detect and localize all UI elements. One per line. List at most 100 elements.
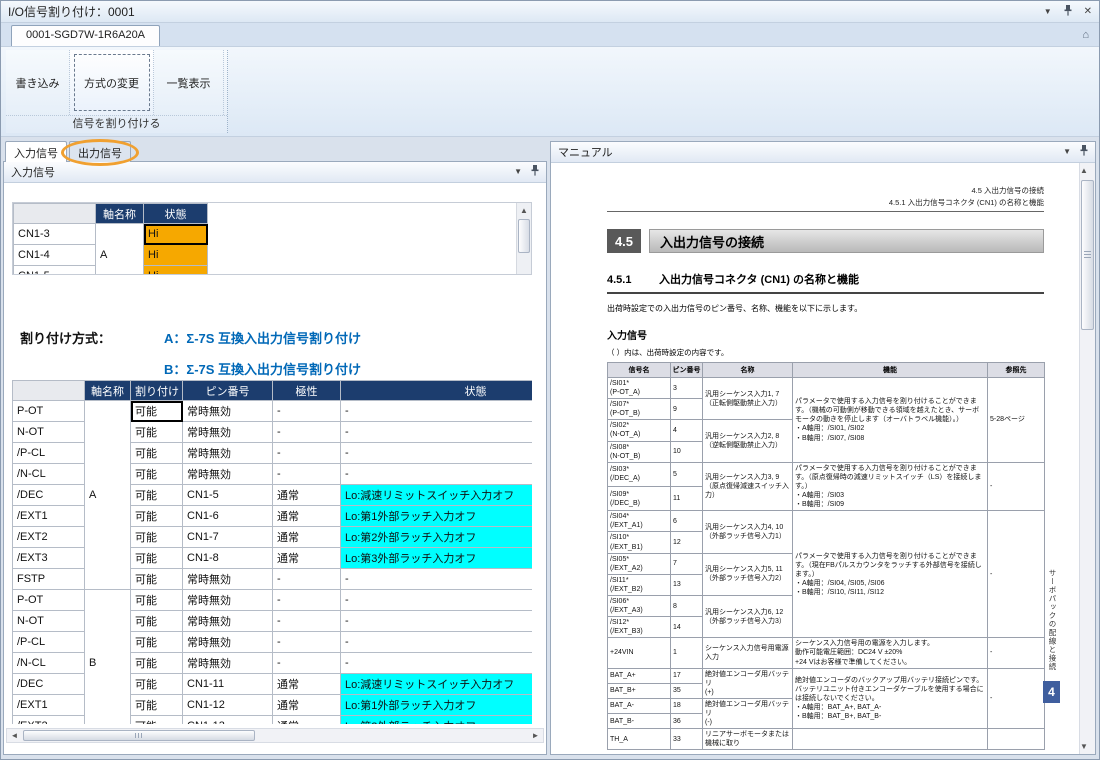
grid-cell[interactable]: /EXT1 [13, 506, 85, 527]
grid-cell[interactable]: - [273, 611, 341, 632]
window-titlebar[interactable]: I/O信号割り付け：0001 ▼ ✕ [1, 1, 1099, 23]
grid-cell[interactable]: /DEC [13, 485, 85, 506]
grid-cell[interactable]: /N-CL [13, 464, 85, 485]
grid-cell[interactable]: P-OT [13, 590, 85, 611]
grid-cell[interactable]: CN1-7 [183, 527, 273, 548]
grid-cell[interactable]: Lo:減速リミットスイッチ入力オフ [341, 674, 533, 695]
scroll-down-icon[interactable]: ▼ [1080, 739, 1095, 754]
grid-cell[interactable]: 常時無効 [183, 401, 273, 422]
grid-cell[interactable]: Hi [144, 266, 208, 276]
grid-cell[interactable]: 可能 [131, 464, 183, 485]
grid-cell[interactable]: - [273, 464, 341, 485]
grid-cell[interactable]: - [341, 422, 533, 443]
grid-cell[interactable]: - [273, 422, 341, 443]
grid-cell[interactable]: Hi [144, 224, 208, 245]
chapter-side-tab-label[interactable]: サーボパックの配線と接続 [1047, 569, 1058, 671]
grid-cell[interactable]: 通常 [273, 674, 341, 695]
grid-cell[interactable]: CN1-4 [14, 245, 96, 266]
grid-cell[interactable]: Lo:第2外部ラッチ入力オフ [341, 716, 533, 725]
grid-cell[interactable]: 可能 [131, 527, 183, 548]
grid-cell[interactable]: 通常 [273, 548, 341, 569]
scroll-right-icon[interactable]: ► [528, 731, 543, 740]
grid-cell[interactable]: N-OT [13, 422, 85, 443]
layout-icon[interactable]: ⌂ [1082, 30, 1089, 41]
grid-cell[interactable]: P-OT [13, 401, 85, 422]
grid-cell[interactable]: 常時無効 [183, 464, 273, 485]
scrollbar-thumb[interactable] [518, 219, 530, 253]
grid-cell[interactable]: 可能 [131, 422, 183, 443]
grid-cell[interactable]: A [85, 401, 131, 590]
grid-cell[interactable]: N-OT [13, 611, 85, 632]
grid-cell[interactable]: 可能 [131, 590, 183, 611]
grid-cell[interactable]: Hi [144, 245, 208, 266]
grid-cell[interactable]: 可能 [131, 548, 183, 569]
grid-cell[interactable]: A [96, 224, 144, 276]
grid-cell[interactable]: 常時無効 [183, 569, 273, 590]
grid-cell[interactable]: - [273, 443, 341, 464]
grid-cell[interactable]: /EXT1 [13, 695, 85, 716]
grid-cell[interactable]: - [341, 653, 533, 674]
grid-cell[interactable]: 通常 [273, 716, 341, 725]
manual-dropdown-icon[interactable]: ▼ [1063, 148, 1071, 156]
grid-cell[interactable]: - [273, 569, 341, 590]
grid-cell[interactable]: - [341, 590, 533, 611]
grid-cell[interactable]: 常時無効 [183, 590, 273, 611]
grid-cell[interactable]: 常時無効 [183, 653, 273, 674]
assignment-table-hscrollbar[interactable]: ◄ ► [6, 728, 544, 743]
window-dropdown-icon[interactable]: ▼ [1044, 8, 1052, 16]
grid-cell[interactable]: 常時無効 [183, 422, 273, 443]
grid-cell[interactable]: - [341, 611, 533, 632]
grid-cell[interactable]: 可能 [131, 485, 183, 506]
grid-cell[interactable]: /DEC [13, 674, 85, 695]
grid-cell[interactable]: 通常 [273, 485, 341, 506]
manual-pin-icon[interactable] [1080, 145, 1088, 159]
tab-servopack-document[interactable]: 0001-SGD7W-1R6A20A [11, 25, 160, 46]
grid-cell[interactable]: CN1-13 [183, 716, 273, 725]
grid-cell[interactable]: - [273, 590, 341, 611]
grid-cell[interactable]: Lo:減速リミットスイッチ入力オフ [341, 485, 533, 506]
grid-cell[interactable]: /N-CL [13, 653, 85, 674]
grid-cell[interactable]: 常時無効 [183, 632, 273, 653]
grid-cell[interactable]: 常時無効 [183, 443, 273, 464]
grid-cell[interactable]: - [273, 401, 341, 422]
grid-cell[interactable]: /P-CL [13, 443, 85, 464]
grid-cell[interactable]: /EXT3 [13, 548, 85, 569]
scroll-up-icon[interactable]: ▲ [517, 203, 531, 218]
scroll-up-icon[interactable]: ▲ [1080, 163, 1095, 178]
window-close-icon[interactable]: ✕ [1084, 7, 1092, 17]
hscrollbar-thumb[interactable] [23, 730, 255, 741]
grid-cell[interactable]: - [341, 401, 533, 422]
grid-cell[interactable]: 可能 [131, 653, 183, 674]
grid-cell[interactable]: Lo:第1外部ラッチ入力オフ [341, 506, 533, 527]
grid-cell[interactable]: 可能 [131, 695, 183, 716]
grid-cell[interactable]: - [341, 632, 533, 653]
grid-cell[interactable]: 通常 [273, 695, 341, 716]
grid-cell[interactable]: CN1-6 [183, 506, 273, 527]
grid-cell[interactable]: 可能 [131, 716, 183, 725]
grid-cell[interactable]: CN1-3 [14, 224, 96, 245]
grid-cell[interactable]: 可能 [131, 632, 183, 653]
window-pin-icon[interactable] [1064, 5, 1072, 19]
grid-cell[interactable]: Lo:第1外部ラッチ入力オフ [341, 695, 533, 716]
grid-cell[interactable]: CN1-8 [183, 548, 273, 569]
chapter-number-badge[interactable]: 4 [1043, 681, 1060, 703]
grid-cell[interactable]: CN1-11 [183, 674, 273, 695]
grid-cell[interactable]: B [85, 590, 131, 725]
manual-vscrollbar[interactable]: ▲ ▼ [1079, 163, 1095, 754]
grid-cell[interactable]: /EXT2 [13, 716, 85, 725]
grid-cell[interactable]: /EXT2 [13, 527, 85, 548]
list-view-button[interactable]: 一覧表示 [154, 50, 224, 115]
grid-cell[interactable]: 可能 [131, 674, 183, 695]
tab-input-signal[interactable]: 入力信号 [5, 141, 67, 162]
scroll-left-icon[interactable]: ◄ [7, 731, 22, 740]
panel-dropdown-icon[interactable]: ▼ [514, 168, 522, 176]
grid-cell[interactable]: - [341, 569, 533, 590]
grid-cell[interactable]: 常時無効 [183, 611, 273, 632]
grid-cell[interactable]: CN1-5 [183, 485, 273, 506]
grid-cell[interactable]: 通常 [273, 527, 341, 548]
grid-cell[interactable]: 可能 [131, 401, 183, 422]
grid-cell[interactable]: 可能 [131, 443, 183, 464]
change-method-button[interactable]: 方式の変更 [70, 50, 154, 115]
grid-cell[interactable]: 通常 [273, 506, 341, 527]
grid-cell[interactable]: CN1-12 [183, 695, 273, 716]
